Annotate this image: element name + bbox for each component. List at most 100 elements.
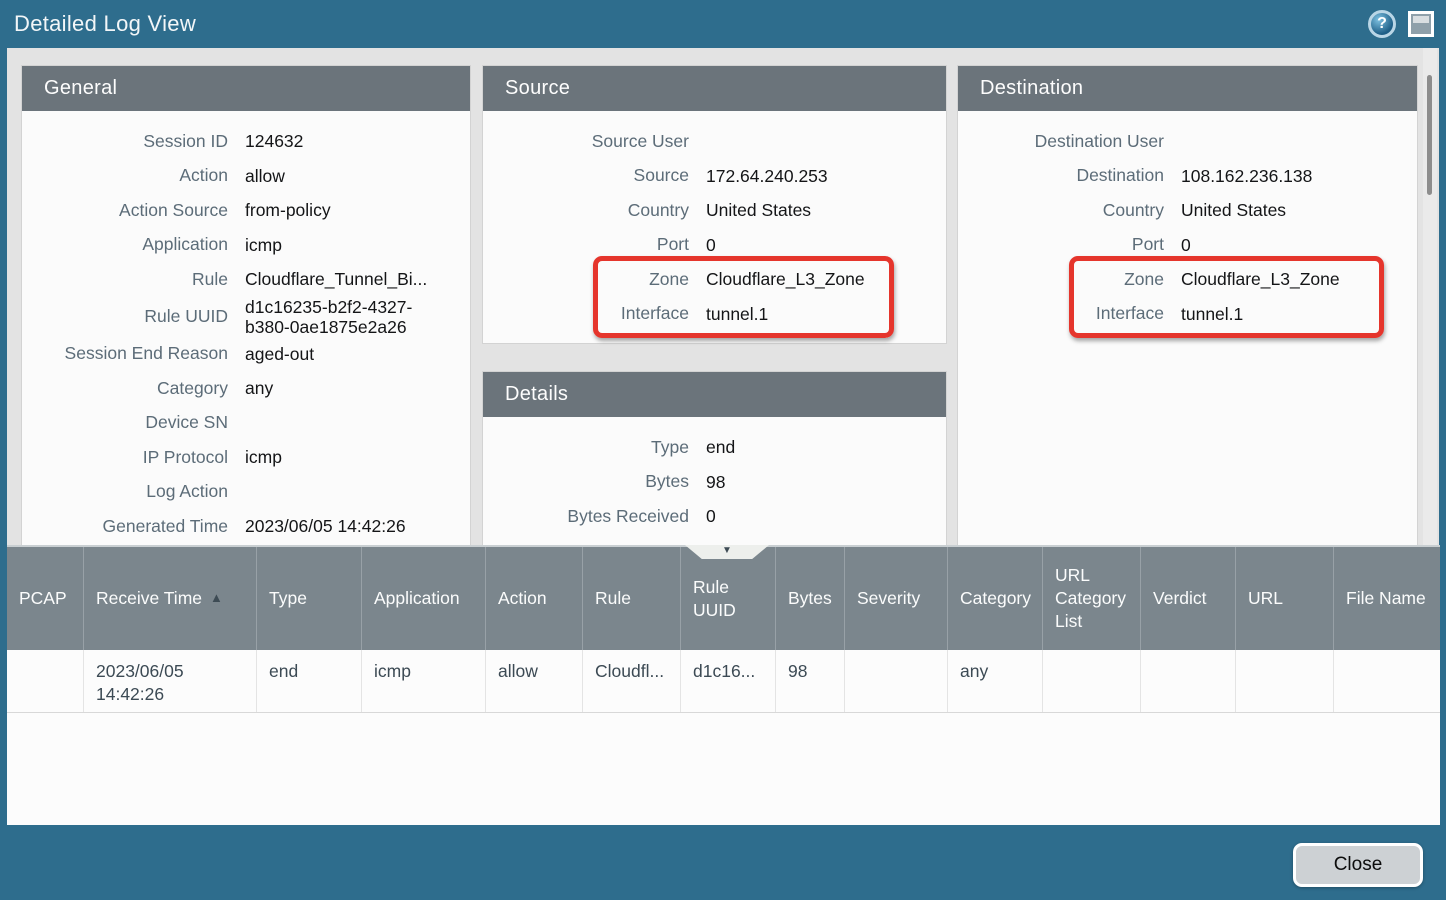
column-header-verdict[interactable]: Verdict bbox=[1141, 547, 1236, 650]
field-row: Action allow bbox=[22, 159, 470, 194]
column-header-category[interactable]: Category bbox=[948, 547, 1043, 650]
field-row: Categoryany bbox=[22, 371, 470, 406]
column-header-file-name[interactable]: File Name bbox=[1334, 547, 1440, 650]
destination-panel-body: Destination UserDestination108.162.236.1… bbox=[958, 111, 1417, 331]
details-panel-body: Typeend Bytes 98 Bytes Received0 bbox=[483, 417, 946, 534]
field-value: Cloudflare_L3_Zone bbox=[706, 269, 931, 289]
column-header-type[interactable]: Type bbox=[257, 547, 362, 650]
field-value: from-policy bbox=[245, 200, 450, 220]
help-icon[interactable]: ? bbox=[1368, 10, 1396, 38]
source-panel: Source Source UserSource172.64.240.253Co… bbox=[483, 66, 946, 343]
log-detail-content: General Session ID124632ActionallowActio… bbox=[7, 48, 1439, 545]
field-value: d1c16235-b2f2-4327-b380-0ae1875e2a26 bbox=[245, 297, 450, 337]
general-panel: General Session ID124632ActionallowActio… bbox=[22, 66, 470, 545]
column-header-url[interactable]: URL bbox=[1236, 547, 1334, 650]
column-header-rule[interactable]: Rule bbox=[583, 547, 681, 650]
cell: any bbox=[948, 650, 1043, 712]
field-row: Source User bbox=[483, 124, 946, 159]
cell bbox=[1043, 650, 1141, 712]
field-label: Bytes Received bbox=[483, 507, 689, 526]
field-row: Bytes Received0 bbox=[483, 499, 946, 534]
field-label: Source User bbox=[483, 132, 689, 151]
field-value: end bbox=[706, 437, 931, 457]
field-row: Destination User bbox=[958, 124, 1417, 159]
field-row: Interfacetunnel.1 bbox=[483, 297, 946, 332]
field-value: 98 bbox=[706, 472, 931, 492]
field-value: 2023/06/05 14:42:26 bbox=[245, 516, 450, 536]
field-row: RuleCloudflare_Tunnel_Bi... bbox=[22, 262, 470, 297]
field-label: Bytes bbox=[483, 472, 689, 491]
field-label: Port bbox=[958, 235, 1164, 254]
field-label: Destination bbox=[958, 166, 1164, 185]
column-header-label: Category bbox=[960, 587, 1031, 610]
column-header-pcap[interactable]: PCAP bbox=[7, 547, 84, 650]
column-header-label: Severity bbox=[857, 587, 920, 610]
field-value: 0 bbox=[706, 235, 931, 255]
field-row: Port 0 bbox=[483, 228, 946, 263]
field-value: any bbox=[245, 378, 450, 398]
field-row: Device SN bbox=[22, 406, 470, 441]
cell bbox=[7, 650, 84, 712]
field-value: icmp bbox=[245, 447, 450, 467]
log-table-body: 2023/06/05 14:42:26endicmpallowCloudfl..… bbox=[7, 650, 1440, 713]
field-row: ZoneCloudflare_L3_Zone bbox=[958, 262, 1417, 297]
field-label: Country bbox=[958, 201, 1164, 220]
field-label: Session End Reason bbox=[22, 344, 228, 363]
column-header-application[interactable]: Application bbox=[362, 547, 486, 650]
field-value: 0 bbox=[1181, 235, 1406, 255]
close-button[interactable]: Close bbox=[1293, 843, 1423, 887]
field-label: Port bbox=[483, 235, 689, 254]
field-label: Source bbox=[483, 166, 689, 185]
column-header-label: URL bbox=[1248, 587, 1283, 610]
column-header-label: Action bbox=[498, 587, 547, 610]
field-row: Session ID124632 bbox=[22, 124, 470, 159]
column-header-action[interactable]: Action bbox=[486, 547, 583, 650]
field-label: Type bbox=[483, 438, 689, 457]
field-value: tunnel.1 bbox=[1181, 304, 1406, 324]
field-row: Typeend bbox=[483, 430, 946, 465]
column-header-label: File Name bbox=[1346, 587, 1426, 610]
field-value: 124632 bbox=[245, 131, 450, 151]
field-label: Zone bbox=[958, 270, 1164, 289]
column-header-label: Verdict bbox=[1153, 587, 1207, 610]
dialog-title-bar: Detailed Log View ? bbox=[0, 0, 1446, 48]
column-header-severity[interactable]: Severity bbox=[845, 547, 948, 650]
column-header-label: Bytes bbox=[788, 587, 832, 610]
details-panel-header: Details bbox=[483, 372, 946, 417]
chevron-down-icon: ▼ bbox=[722, 545, 732, 556]
column-header-label: PCAP bbox=[19, 587, 67, 610]
field-row: IP Protocolicmp bbox=[22, 440, 470, 475]
column-header-url-category-list[interactable]: URL Category List bbox=[1043, 547, 1141, 650]
details-panel: Details Typeend Bytes 98 Bytes Received0 bbox=[483, 372, 946, 545]
field-value: icmp bbox=[245, 235, 450, 255]
field-label: Action bbox=[22, 166, 228, 185]
field-label: Application bbox=[22, 235, 228, 254]
field-row: Rule UUIDd1c16235-b2f2-4327-b380-0ae1875… bbox=[22, 297, 470, 337]
table-row[interactable]: 2023/06/05 14:42:26endicmpallowCloudfl..… bbox=[7, 650, 1440, 713]
column-header-rule-uuid[interactable]: Rule UUID bbox=[681, 547, 776, 650]
source-panel-body: Source UserSource172.64.240.253CountryUn… bbox=[483, 111, 946, 331]
column-header-receive-time[interactable]: Receive Time▲ bbox=[84, 547, 257, 650]
maximize-window-icon[interactable] bbox=[1408, 11, 1434, 37]
log-table-section: ▼ PCAP Receive Time▲ Type Application Action… bbox=[7, 545, 1440, 825]
column-header-label: URL Category List bbox=[1055, 564, 1130, 632]
cell bbox=[845, 650, 948, 712]
cell bbox=[1236, 650, 1334, 712]
title-bar-icons: ? bbox=[1368, 10, 1434, 38]
vertical-scrollbar-thumb[interactable] bbox=[1427, 75, 1432, 195]
column-header-bytes[interactable]: Bytes bbox=[776, 547, 845, 650]
field-value: tunnel.1 bbox=[706, 304, 931, 324]
field-label: Destination User bbox=[958, 132, 1164, 151]
column-header-label: Receive Time bbox=[96, 587, 202, 610]
destination-panel: Destination Destination UserDestination1… bbox=[958, 66, 1417, 545]
field-label: Zone bbox=[483, 270, 689, 289]
source-panel-header: Source bbox=[483, 66, 946, 111]
column-header-label: Type bbox=[269, 587, 307, 610]
log-table-header-row: PCAP Receive Time▲ Type Application Action Ru… bbox=[7, 547, 1440, 650]
field-value: allow bbox=[245, 166, 450, 186]
field-row: CountryUnited States bbox=[483, 193, 946, 228]
field-row: Action Sourcefrom-policy bbox=[22, 193, 470, 228]
field-label: Log Action bbox=[22, 482, 228, 501]
vertical-scrollbar-track[interactable] bbox=[1423, 48, 1437, 545]
cell: allow bbox=[486, 650, 583, 712]
